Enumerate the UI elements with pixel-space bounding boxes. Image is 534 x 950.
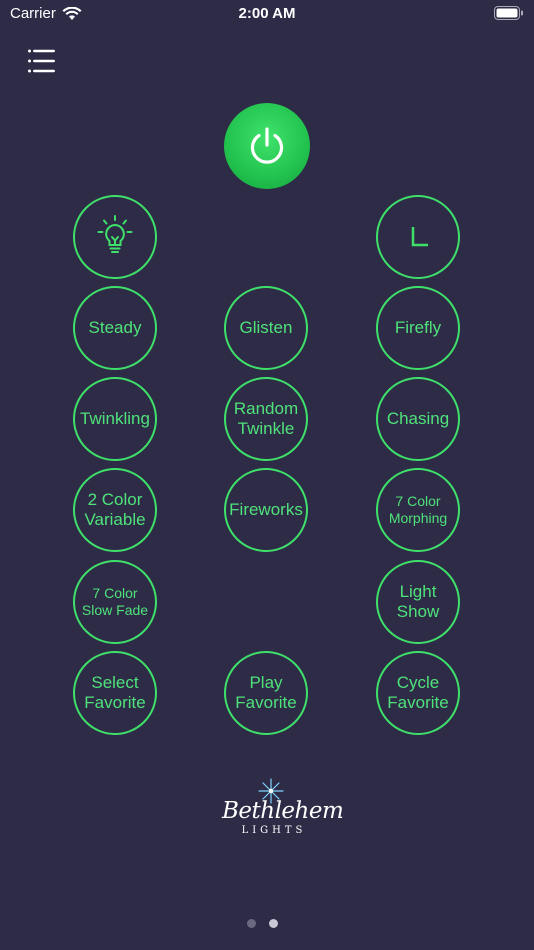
play-favorite-label: Play Favorite xyxy=(235,673,297,712)
cycle-favorite-label: Cycle Favorite xyxy=(387,673,449,712)
power-icon xyxy=(250,127,284,164)
mode-steady-label: Steady xyxy=(88,318,142,337)
light-bulb-button[interactable] xyxy=(73,195,157,279)
select-favorite-button[interactable]: Select Favorite xyxy=(73,651,157,735)
battery-icon xyxy=(494,6,523,20)
mode-firefly-button[interactable]: Firefly xyxy=(376,286,460,370)
light-bulb-icon xyxy=(97,215,133,253)
cycle-favorite-button[interactable]: Cycle Favorite xyxy=(376,651,460,735)
mode-fireworks-button[interactable]: Fireworks xyxy=(224,468,308,552)
mode-steady-button[interactable]: Steady xyxy=(73,286,157,370)
mode-light-show-button[interactable]: Light Show xyxy=(376,560,460,644)
page-indicator[interactable] xyxy=(247,919,287,929)
mode-2-color-variable-label: 2 Color Variable xyxy=(84,490,146,529)
mode-7-color-slow-fade-button[interactable]: 7 Color Slow Fade xyxy=(73,560,157,644)
logo-subtitle: LIGHTS xyxy=(241,825,307,836)
mode-random-twinkle-label: Random Twinkle xyxy=(233,399,299,438)
mode-fireworks-label: Fireworks xyxy=(229,500,303,519)
mode-glisten-button[interactable]: Glisten xyxy=(224,286,308,370)
mode-twinkling-label: Twinkling xyxy=(80,409,150,428)
logo-name: Bethlehem xyxy=(222,798,344,824)
mode-2-color-variable-button[interactable]: 2 Color Variable xyxy=(73,468,157,552)
menu-icon xyxy=(28,49,55,73)
timer-button[interactable] xyxy=(376,195,460,279)
mode-7-color-morphing-label: 7 Color Morphing xyxy=(388,493,448,526)
mode-chasing-button[interactable]: Chasing xyxy=(376,377,460,461)
mode-7-color-slow-fade-label: 7 Color Slow Fade xyxy=(81,585,149,618)
mode-twinkling-button[interactable]: Twinkling xyxy=(73,377,157,461)
menu-button[interactable] xyxy=(22,44,62,80)
app-screen: Carrier 2:00 AM Steady Glisten Firefly T… xyxy=(0,0,534,950)
power-button[interactable] xyxy=(224,103,310,189)
mode-firefly-label: Firefly xyxy=(394,318,442,337)
mode-chasing-label: Chasing xyxy=(386,409,450,428)
timer-icon xyxy=(411,227,428,247)
mode-glisten-label: Glisten xyxy=(239,318,293,337)
status-bar: Carrier 2:00 AM xyxy=(0,0,534,28)
select-favorite-label: Select Favorite xyxy=(84,673,146,712)
mode-7-color-morphing-button[interactable]: 7 Color Morphing xyxy=(376,468,460,552)
mode-light-show-label: Light Show xyxy=(396,582,440,621)
status-time: 2:00 AM xyxy=(238,5,296,22)
page-dot-1[interactable] xyxy=(247,919,256,928)
mode-random-twinkle-button[interactable]: Random Twinkle xyxy=(224,377,308,461)
play-favorite-button[interactable]: Play Favorite xyxy=(224,651,308,735)
bethlehem-lights-logo: Bethlehem LIGHTS xyxy=(222,778,344,840)
page-dot-2[interactable] xyxy=(269,919,278,928)
